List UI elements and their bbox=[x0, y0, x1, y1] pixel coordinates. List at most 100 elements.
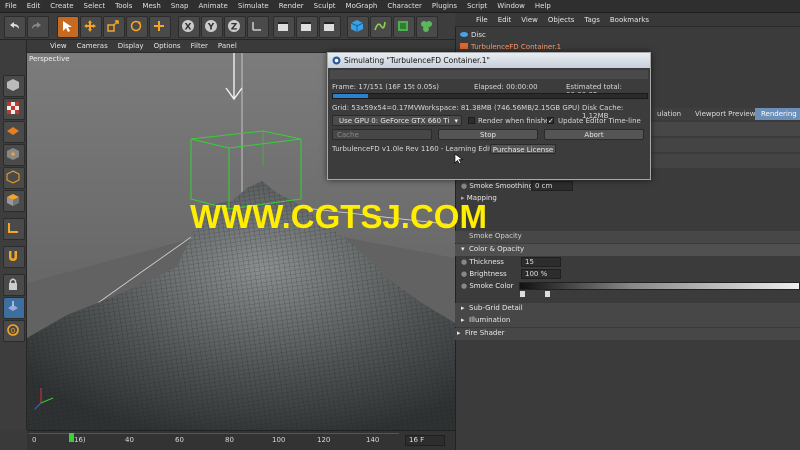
clapper-icon bbox=[278, 22, 288, 31]
sub-grid-header[interactable]: ▸ Sub-Grid Detail bbox=[455, 303, 800, 315]
solo-button[interactable]: 0 bbox=[3, 320, 25, 342]
om-menu-tags[interactable]: Tags bbox=[579, 16, 605, 24]
viewport-menu-cameras[interactable]: Cameras bbox=[72, 42, 113, 50]
menu-mesh[interactable]: Mesh bbox=[137, 2, 165, 10]
gradient-knot-white[interactable] bbox=[545, 291, 550, 297]
svg-text:X: X bbox=[185, 23, 192, 33]
menu-create[interactable]: Create bbox=[45, 2, 78, 10]
om-menu-file[interactable]: File bbox=[471, 16, 493, 24]
menu-simulate[interactable]: Simulate bbox=[233, 2, 274, 10]
gradient-knot-black[interactable] bbox=[520, 291, 525, 297]
om-menu-objects[interactable]: Objects bbox=[543, 16, 579, 24]
tab-rendering[interactable]: Rendering bbox=[755, 108, 800, 120]
smoke-color-gradient[interactable] bbox=[519, 282, 800, 290]
chevron-down-icon: ▾ bbox=[454, 117, 458, 125]
update-editor-checkbox[interactable]: ✓ bbox=[547, 117, 554, 125]
viewport-menu-options[interactable]: Options bbox=[149, 42, 186, 50]
menu-file[interactable]: File bbox=[0, 2, 22, 10]
smoke-smoothing-field[interactable]: 0 cm bbox=[531, 181, 573, 191]
polygons-mode-button[interactable] bbox=[3, 190, 25, 212]
menu-snap[interactable]: Snap bbox=[166, 2, 194, 10]
points-cube-icon bbox=[7, 148, 19, 160]
edges-mode-button[interactable] bbox=[3, 167, 25, 189]
rotate-button[interactable] bbox=[126, 16, 148, 38]
menu-sculpt[interactable]: Sculpt bbox=[309, 2, 341, 10]
menu-select[interactable]: Select bbox=[79, 2, 111, 10]
cube-primitive-button[interactable] bbox=[347, 16, 369, 38]
dialog-title: Simulating "TurbulenceFD Container.1" bbox=[344, 56, 490, 65]
snap-grid-icon bbox=[8, 301, 18, 311]
points-mode-button[interactable] bbox=[3, 144, 25, 166]
expand-triangle-icon: ▸ bbox=[461, 316, 465, 324]
undo-icon bbox=[10, 22, 19, 29]
svg-text:Y: Y bbox=[207, 23, 215, 33]
simulation-progress-bar bbox=[332, 93, 648, 99]
menu-window[interactable]: Window bbox=[492, 2, 530, 10]
menu-script[interactable]: Script bbox=[462, 2, 492, 10]
object-row-disc[interactable]: Disc bbox=[460, 31, 620, 42]
om-menu-edit[interactable]: Edit bbox=[493, 16, 517, 24]
lock-workplane-button[interactable] bbox=[3, 274, 25, 296]
viewport-menu-panel[interactable]: Panel bbox=[213, 42, 242, 50]
thickness-field[interactable]: 15 bbox=[521, 257, 561, 267]
magnet-button[interactable] bbox=[3, 246, 25, 268]
spline-pen-button[interactable] bbox=[370, 16, 392, 38]
menu-plugins[interactable]: Plugins bbox=[427, 2, 462, 10]
clapper-gear-icon bbox=[324, 22, 334, 31]
current-frame-field[interactable]: 16 F bbox=[405, 435, 445, 446]
x-axis-button[interactable]: X bbox=[178, 16, 200, 38]
menu-character[interactable]: Character bbox=[382, 2, 427, 10]
coordinate-system-button[interactable] bbox=[247, 16, 269, 38]
timeline[interactable]: 0 16) 40 60 80 100 120 140 16 F bbox=[27, 430, 455, 450]
menu-edit[interactable]: Edit bbox=[22, 2, 46, 10]
menu-render[interactable]: Render bbox=[274, 2, 309, 10]
color-opacity-header[interactable]: ▾ Color & Opacity bbox=[455, 244, 800, 256]
om-menu-view[interactable]: View bbox=[516, 16, 543, 24]
color-opacity-label: Color & Opacity bbox=[469, 245, 525, 253]
tab-simulation[interactable]: ulation bbox=[651, 108, 687, 120]
menu-animate[interactable]: Animate bbox=[193, 2, 232, 10]
y-axis-button[interactable]: Y bbox=[201, 16, 223, 38]
viewport-menu-view[interactable]: View bbox=[45, 42, 72, 50]
stop-button[interactable]: Stop bbox=[438, 129, 538, 140]
menu-tools[interactable]: Tools bbox=[110, 2, 137, 10]
move-button[interactable] bbox=[80, 16, 102, 38]
render-when-finished-checkbox[interactable] bbox=[468, 117, 475, 124]
live-selection-button[interactable] bbox=[57, 16, 79, 38]
make-editable-button[interactable] bbox=[3, 75, 25, 97]
fire-shader-header[interactable]: ▸ Fire Shader bbox=[455, 328, 800, 340]
illumination-header[interactable]: ▸ Illumination bbox=[455, 315, 800, 327]
menu-help[interactable]: Help bbox=[530, 2, 556, 10]
cinema4d-logo-icon bbox=[332, 56, 341, 65]
redo-button[interactable] bbox=[27, 16, 49, 38]
render-settings-button[interactable] bbox=[319, 16, 341, 38]
menu-mograph[interactable]: MoGraph bbox=[341, 2, 383, 10]
gpu-select[interactable]: Use GPU 0: GeForce GTX 660 Ti ▾ bbox=[332, 115, 462, 126]
z-axis-button[interactable]: Z bbox=[224, 16, 246, 38]
coordinate-icon bbox=[252, 22, 261, 31]
viewport-menu-filter[interactable]: Filter bbox=[186, 42, 213, 50]
snapping-button[interactable] bbox=[3, 297, 25, 319]
abort-button[interactable]: Abort bbox=[544, 129, 644, 140]
recent-tool-button[interactable] bbox=[149, 16, 171, 38]
subdivision-button[interactable] bbox=[393, 16, 415, 38]
cube-icon bbox=[350, 20, 364, 32]
cache-select[interactable]: Cache bbox=[332, 129, 432, 140]
keyframe-dot: ● bbox=[461, 182, 468, 190]
plus-icon bbox=[154, 21, 164, 31]
brightness-field[interactable]: 100 % bbox=[521, 269, 561, 279]
workplane-button[interactable] bbox=[3, 121, 25, 143]
axis-mode-button[interactable] bbox=[3, 218, 25, 240]
render-picture-viewer-button[interactable] bbox=[296, 16, 318, 38]
cloner-button[interactable] bbox=[416, 16, 438, 38]
tab-viewport-preview[interactable]: Viewport Preview bbox=[689, 108, 761, 120]
viewport-menu-display[interactable]: Display bbox=[113, 42, 149, 50]
keyframe-dot: ● bbox=[461, 270, 468, 278]
render-view-button[interactable] bbox=[273, 16, 295, 38]
om-menu-bookmarks[interactable]: Bookmarks bbox=[605, 16, 654, 24]
texture-mode-button[interactable] bbox=[3, 98, 25, 120]
scale-button[interactable] bbox=[103, 16, 125, 38]
purchase-license-button[interactable]: Purchase License bbox=[490, 144, 556, 154]
main-menu-bar: File Edit Create Select Tools Mesh Snap … bbox=[0, 0, 800, 13]
undo-button[interactable] bbox=[4, 16, 26, 38]
